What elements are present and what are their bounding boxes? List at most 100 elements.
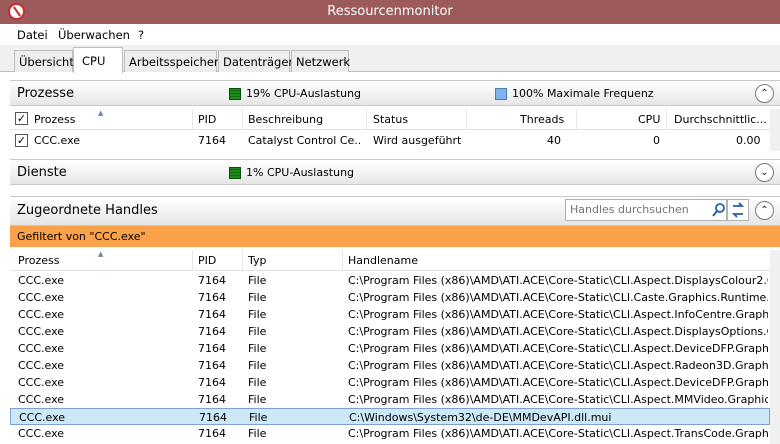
col-handle-name[interactable]: Handlename [348, 254, 418, 267]
handles-search-input[interactable] [570, 203, 710, 216]
handle-type: File [249, 411, 268, 424]
process-row[interactable]: ✓ CCC.exe 7164 Catalyst Control Ce... Wi… [10, 132, 770, 149]
handle-row[interactable]: CCC.exe 7164 File C:\Windows\System32\de-DE… [10, 408, 770, 425]
frequency-gauge-icon [495, 88, 507, 100]
handle-pid: 7164 [198, 274, 226, 287]
col-threads[interactable]: Threads [520, 113, 564, 126]
col-handle-typ[interactable]: Typ [248, 254, 267, 267]
processes-cpu-usage: 19% CPU-Auslastung [246, 87, 362, 100]
handle-type: File [248, 325, 267, 338]
services-cpu-usage: 1% CPU-Auslastung [246, 166, 355, 179]
handle-type: File [248, 342, 267, 355]
column-divider[interactable] [342, 250, 343, 271]
col-handle-pid[interactable]: PID [198, 254, 216, 267]
handle-pid: 7164 [198, 376, 226, 389]
handle-process: CCC.exe [18, 308, 65, 321]
handle-pid: 7164 [199, 411, 227, 424]
handle-type: File [248, 427, 267, 440]
column-divider[interactable] [192, 250, 193, 271]
column-divider[interactable] [192, 109, 193, 130]
handles-title: Zugeordnete Handles [17, 203, 158, 218]
services-title: Dienste [17, 165, 67, 180]
column-divider[interactable] [666, 109, 667, 130]
handle-row[interactable]: CCC.exe 7164 File C:\Program Files (x86)\AM… [10, 425, 770, 442]
col-prozess[interactable]: Prozess [34, 113, 75, 126]
handle-process: CCC.exe [18, 325, 65, 338]
col-pid[interactable]: PID [198, 113, 216, 126]
process-status: Wird ausgeführt [373, 134, 462, 147]
sort-arrow-icon: ▲ [98, 109, 104, 117]
handle-pid: 7164 [198, 308, 226, 321]
handle-row[interactable]: CCC.exe 7164 File C:\Program Files (x86)\AM… [10, 374, 770, 391]
col-beschreibung[interactable]: Beschreibung [248, 113, 323, 126]
window-title: Ressourcenmonitor [327, 4, 453, 19]
menu-help[interactable]: ? [138, 28, 144, 42]
handle-name: C:\Program Files (x86)\AMD\ATI.ACE\Core-… [348, 393, 768, 406]
handle-pid: 7164 [198, 325, 226, 338]
handle-process: CCC.exe [18, 376, 65, 389]
handle-row[interactable]: CCC.exe 7164 File C:\Program Files (x86)\AM… [10, 357, 770, 374]
handle-name: C:\Program Files (x86)\AMD\ATI.ACE\Core-… [348, 274, 768, 287]
tab-strip: Übersicht CPU Arbeitsspeicher Datenträge… [0, 45, 780, 73]
col-cpu[interactable]: CPU [638, 113, 660, 126]
handle-name: C:\Program Files (x86)\AMD\ATI.ACE\Core-… [348, 291, 768, 304]
chevron-up-icon[interactable]: ⌃ [755, 84, 774, 103]
column-divider[interactable] [466, 109, 467, 130]
process-cpu: 0 [653, 134, 660, 147]
chevron-up-icon[interactable]: ⌃ [755, 201, 774, 220]
process-checkbox[interactable]: ✓ [15, 134, 28, 147]
column-divider[interactable] [242, 250, 243, 271]
services-section-header[interactable]: Dienste 1% CPU-Auslastung ⌄ [10, 159, 780, 185]
search-icon[interactable] [712, 202, 726, 218]
tab-datentraeger[interactable]: Datenträger [218, 50, 293, 72]
process-avg-cpu: 0.00 [736, 134, 761, 147]
col-durchschnitt[interactable]: Durchschnittlic... [674, 113, 768, 126]
handle-pid: 7164 [198, 427, 226, 440]
process-threads: 40 [547, 134, 561, 147]
handle-process: CCC.exe [18, 342, 65, 355]
tab-arbeitsspeicher[interactable]: Arbeitsspeicher [124, 50, 219, 72]
handles-search-box[interactable] [565, 199, 727, 221]
col-handle-prozess[interactable]: Prozess [18, 254, 59, 267]
cpu-gauge-icon [229, 167, 241, 179]
processes-scrollbar[interactable] [770, 109, 780, 151]
handle-row[interactable]: CCC.exe 7164 File C:\Program Files (x86)\AM… [10, 289, 770, 306]
handle-name: C:\Program Files (x86)\AMD\ATI.ACE\Core-… [348, 427, 768, 440]
tab-netzwerk[interactable]: Netzwerk [291, 50, 350, 72]
chevron-down-icon[interactable]: ⌄ [755, 163, 774, 182]
cpu-gauge-icon [229, 88, 241, 100]
title-bar: Ressourcenmonitor [0, 0, 780, 24]
col-status[interactable]: Status [373, 113, 408, 126]
select-all-checkbox[interactable]: ✓ [15, 112, 28, 125]
handle-row[interactable]: CCC.exe 7164 File C:\Program Files (x86)\AM… [10, 340, 770, 357]
column-divider[interactable] [576, 109, 577, 130]
tab-uebersicht[interactable]: Übersicht [14, 50, 74, 72]
refresh-search-button[interactable] [727, 199, 749, 221]
handle-process: CCC.exe [18, 359, 65, 372]
menu-ueberwachen[interactable]: Überwachen [58, 28, 130, 42]
column-divider[interactable] [242, 109, 243, 130]
process-description: Catalyst Control Ce... [248, 134, 360, 147]
handle-pid: 7164 [198, 393, 226, 406]
handle-name: C:\Program Files (x86)\AMD\ATI.ACE\Core-… [348, 325, 768, 338]
filter-bar: Gefiltert von "CCC.exe" [10, 226, 780, 247]
handle-name: C:\Program Files (x86)\AMD\ATI.ACE\Core-… [348, 359, 768, 372]
processes-column-header: ✓ ▲ Prozess PID Beschreibung Status Thre… [10, 109, 770, 130]
handle-row[interactable]: CCC.exe 7164 File C:\Program Files (x86)\AM… [10, 323, 770, 340]
handle-name: C:\Program Files (x86)\AMD\ATI.ACE\Core-… [348, 376, 768, 389]
handle-type: File [248, 376, 267, 389]
handle-row[interactable]: CCC.exe 7164 File C:\Program Files (x86)\AM… [10, 306, 770, 323]
handle-name: C:\Windows\System32\de-DE\MMDevAPI.dll.m… [349, 411, 612, 424]
handle-type: File [248, 274, 267, 287]
handle-row[interactable]: CCC.exe 7164 File C:\Program Files (x86)\AM… [10, 391, 770, 408]
handle-process: CCC.exe [18, 274, 65, 287]
handle-row[interactable]: CCC.exe 7164 File C:\Program Files (x86)\AM… [10, 272, 770, 289]
menu-datei[interactable]: Datei [17, 28, 48, 42]
handles-scrollbar[interactable] [770, 250, 780, 444]
column-divider[interactable] [366, 109, 367, 130]
processes-section-header[interactable]: Prozesse 19% CPU-Auslastung 100% Maximal… [10, 80, 780, 106]
handle-process: CCC.exe [19, 411, 66, 424]
tab-cpu[interactable]: CPU [73, 47, 123, 73]
handle-process: CCC.exe [18, 393, 65, 406]
handle-pid: 7164 [198, 342, 226, 355]
